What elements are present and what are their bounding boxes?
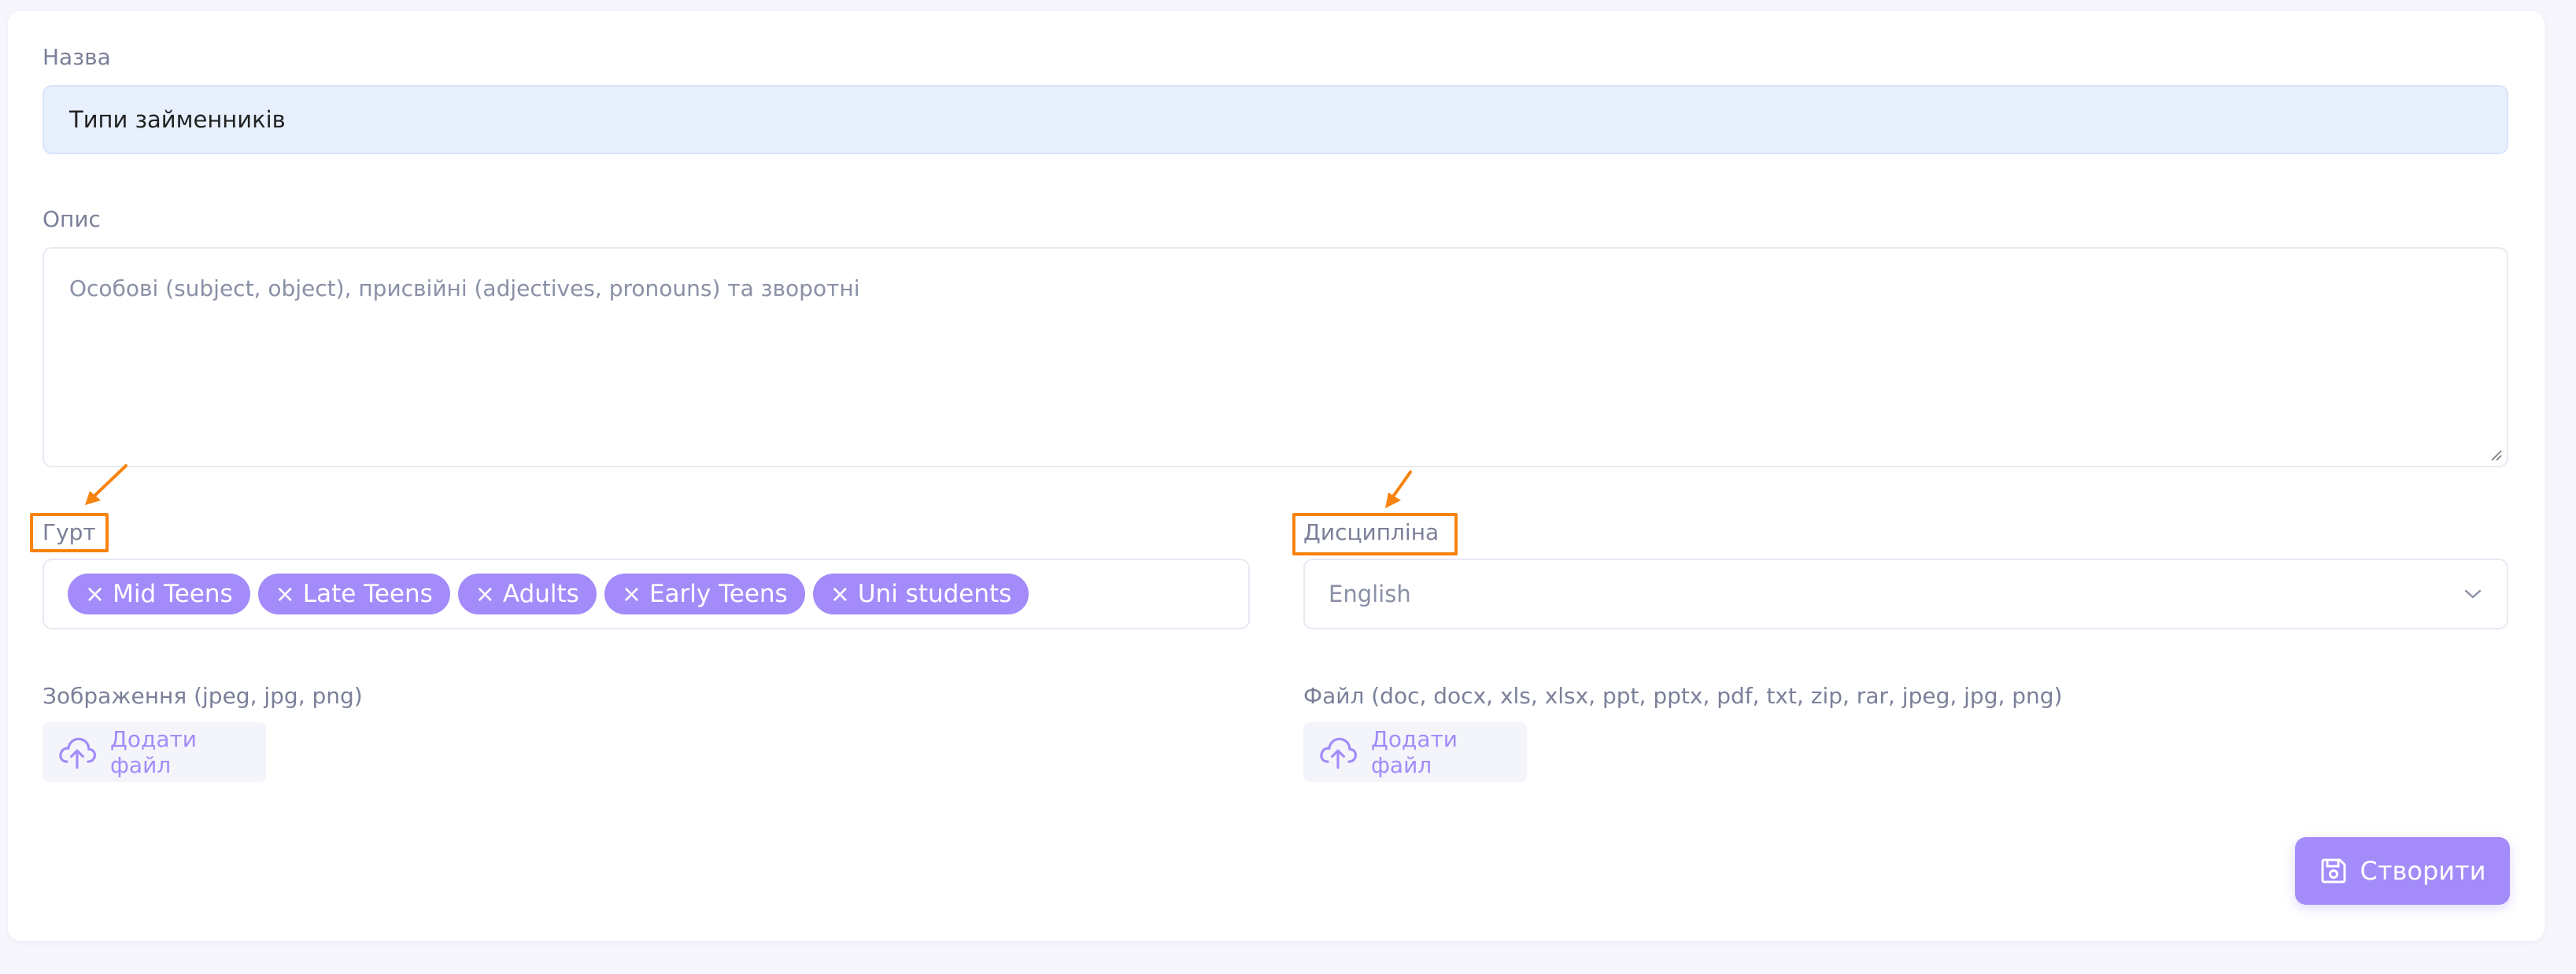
group-tag: × Uni students (812, 574, 1029, 614)
tag-remove-icon[interactable]: × (475, 581, 495, 608)
chevron-down-icon (2464, 589, 2482, 599)
create-button[interactable]: Створити (2295, 837, 2510, 905)
group-label: Гурт (43, 519, 96, 545)
group-tag: × Early Teens (604, 574, 805, 614)
floppy-disk-icon (2321, 858, 2346, 884)
tag-remove-icon[interactable]: × (622, 581, 641, 608)
name-input[interactable]: Типи займенників (43, 85, 2508, 154)
name-label: Назва (43, 44, 111, 70)
description-textarea[interactable]: Особові (subject, object), присвійні (ad… (43, 247, 2508, 467)
file-upload-button[interactable]: Додати файл (1303, 722, 1527, 782)
group-tag-label: Adults (502, 580, 579, 608)
annotation-arrow-group (85, 464, 128, 505)
create-button-label: Створити (2360, 856, 2486, 886)
image-upload-button[interactable]: Додати файл (43, 722, 266, 782)
discipline-select[interactable]: English (1303, 559, 2508, 629)
cloud-upload-icon (1320, 737, 1358, 769)
cloud-upload-icon (59, 737, 97, 769)
group-tag: × Late Teens (257, 574, 450, 614)
file-upload-label: Додати файл (1370, 726, 1458, 778)
tag-remove-icon[interactable]: × (85, 581, 105, 608)
file-label: Файл (doc, docx, xls, xlsx, ppt, pptx, p… (1303, 683, 2063, 709)
group-tag-label: Mid Teens (113, 580, 233, 608)
image-label: Зображення (jpeg, jpg, png) (43, 683, 363, 709)
group-tag-label: Early Teens (649, 580, 788, 608)
discipline-label: Дисципліна (1303, 519, 1440, 545)
group-tag: × Mid Teens (68, 574, 250, 614)
group-multiselect[interactable]: × Mid Teens × Late Teens × Adults × Earl… (43, 559, 1250, 629)
tag-remove-icon[interactable]: × (275, 581, 295, 608)
resize-handle-icon[interactable] (2489, 448, 2502, 461)
tag-remove-icon[interactable]: × (830, 581, 850, 608)
image-upload-label: Додати файл (109, 726, 197, 778)
description-placeholder: Особові (subject, object), присвійні (ad… (69, 275, 860, 301)
annotation-arrow-discipline (1385, 470, 1412, 508)
discipline-selected-value: English (1329, 581, 1411, 607)
group-tag-label: Late Teens (302, 580, 433, 608)
group-tag: × Adults (457, 574, 597, 614)
description-label: Опис (43, 206, 101, 232)
group-tag-label: Uni students (857, 580, 1012, 608)
name-input-value: Типи займенників (69, 106, 286, 133)
